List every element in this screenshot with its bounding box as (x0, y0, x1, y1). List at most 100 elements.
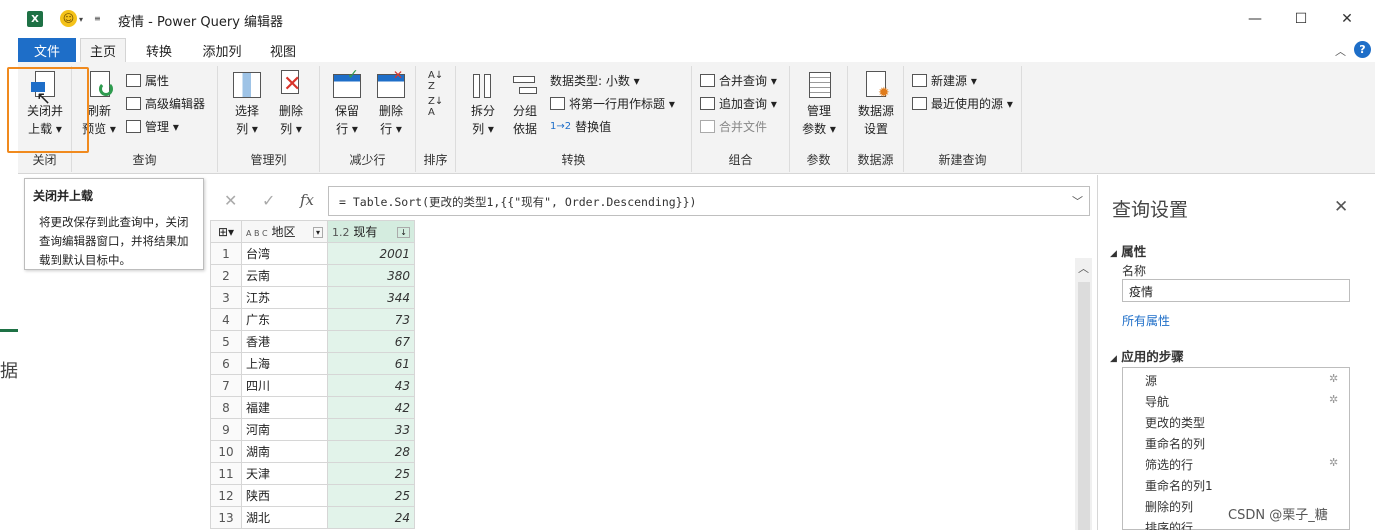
all-properties-link[interactable]: 所有属性 (1122, 312, 1170, 329)
manage-button[interactable]: 管理 ▾ (126, 116, 179, 136)
quick-access-dropdown-icon[interactable]: ▾ (79, 15, 83, 24)
table-row[interactable]: 4 广东 73 (210, 308, 415, 331)
cell-region[interactable]: 福建 (241, 396, 328, 419)
cancel-formula-icon[interactable]: ✕ (224, 191, 237, 210)
split-column-button[interactable]: 拆分 列 ▾ (462, 68, 504, 138)
table-row[interactable]: 12 陕西 25 (210, 484, 415, 507)
cell-region[interactable]: 上海 (241, 352, 328, 375)
sort-descending-button[interactable]: Z↓ A (428, 96, 443, 118)
close-pane-icon[interactable]: ✕ (1334, 197, 1348, 217)
fx-icon[interactable]: fx (300, 191, 314, 209)
text-type-icon[interactable]: A B C (246, 229, 268, 238)
sort-ascending-button[interactable]: A↓ Z (428, 70, 443, 92)
cell-region[interactable]: 湖北 (241, 506, 328, 529)
tab-transform[interactable]: 转换 (136, 38, 182, 62)
minimize-button[interactable]: — (1232, 6, 1278, 32)
table-row[interactable]: 10 湖南 28 (210, 440, 415, 463)
restore-button[interactable]: ☐ (1278, 6, 1324, 32)
cell-region[interactable]: 云南 (241, 264, 328, 287)
advanced-editor-button[interactable]: 高级编辑器 (126, 93, 205, 113)
choose-columns-button[interactable]: 选择 列 ▾ (226, 68, 268, 138)
table-menu-button[interactable]: ⊞▾ (210, 220, 242, 243)
table-row[interactable]: 5 香港 67 (210, 330, 415, 353)
table-row[interactable]: 3 江苏 344 (210, 286, 415, 309)
step-settings-gear-icon[interactable]: ✲ (1329, 456, 1338, 469)
merge-queries-button[interactable]: 合并查询 ▾ (700, 70, 777, 90)
cell-current[interactable]: 24 (327, 506, 415, 529)
step-settings-gear-icon[interactable]: ✲ (1329, 393, 1338, 406)
combine-files-button[interactable]: 合并文件 (700, 116, 767, 136)
sort-descending-icon[interactable]: ↓ (397, 227, 410, 238)
applied-step[interactable]: 更改的类型 (1145, 414, 1205, 431)
applied-step[interactable]: 排序的行 (1145, 519, 1193, 530)
cell-region[interactable]: 天津 (241, 462, 328, 485)
decimal-type-icon[interactable]: 1.2 (332, 226, 350, 239)
cell-region[interactable]: 河南 (241, 418, 328, 441)
collapse-applied-steps-icon[interactable]: ◢ (1110, 354, 1117, 364)
keep-rows-button[interactable]: ✓ 保留 行 ▾ (326, 67, 368, 138)
tab-view[interactable]: 视图 (260, 38, 306, 62)
table-row[interactable]: 7 四川 43 (210, 374, 415, 397)
cell-current[interactable]: 67 (327, 330, 415, 353)
remove-rows-button[interactable]: ✕ 删除 行 ▾ (370, 68, 412, 138)
append-queries-button[interactable]: 追加查询 ▾ (700, 93, 777, 113)
cell-current[interactable]: 73 (327, 308, 415, 331)
cell-region[interactable]: 台湾 (241, 242, 328, 265)
data-source-settings-button[interactable]: ✹ 数据源 设置 (855, 68, 897, 138)
group-by-button[interactable]: 分组 依据 (504, 68, 546, 138)
use-first-row-as-headers-button[interactable]: 将第一行用作标题 ▾ (550, 93, 675, 113)
remove-columns-button[interactable]: ✕ 删除 列 ▾ (270, 68, 312, 138)
cell-current[interactable]: 380 (327, 264, 415, 287)
cell-region[interactable]: 湖南 (241, 440, 328, 463)
cell-current[interactable]: 33 (327, 418, 415, 441)
filter-dropdown-icon[interactable]: ▾ (312, 227, 323, 238)
replace-values-button[interactable]: 1→2 替换值 (550, 116, 611, 136)
cell-current[interactable]: 25 (327, 462, 415, 485)
cell-current[interactable]: 2001 (327, 242, 415, 265)
new-source-button[interactable]: 新建源 ▾ (912, 70, 977, 90)
query-name-input[interactable]: 疫情 (1122, 279, 1350, 302)
formula-input[interactable]: = Table.Sort(更改的类型1,{{"现有", Order.Descen… (328, 186, 1090, 216)
cell-current[interactable]: 344 (327, 286, 415, 309)
table-row[interactable]: 13 湖北 24 (210, 506, 415, 529)
table-row[interactable]: 9 河南 33 (210, 418, 415, 441)
cell-region[interactable]: 江苏 (241, 286, 328, 309)
table-row[interactable]: 11 天津 25 (210, 462, 415, 485)
applied-step[interactable]: 导航 (1145, 393, 1169, 410)
table-row[interactable]: 8 福建 42 (210, 396, 415, 419)
properties-section[interactable]: ◢ 属性 (1110, 241, 1146, 260)
tab-home[interactable]: 主页 (80, 38, 126, 62)
applied-step[interactable]: 源 (1145, 372, 1157, 389)
cell-current[interactable]: 25 (327, 484, 415, 507)
recent-sources-button[interactable]: 最近使用的源 ▾ (912, 93, 1013, 113)
scroll-up-icon[interactable]: ︿ (1078, 260, 1089, 276)
table-row[interactable]: 1 台湾 2001 (210, 242, 415, 265)
cell-region[interactable]: 广东 (241, 308, 328, 331)
column-header-current[interactable]: 1.2 现有 ↓ (327, 220, 415, 243)
column-header-region[interactable]: A B C 地区 ▾ (241, 220, 328, 243)
applied-step[interactable]: 重命名的列1 (1145, 477, 1213, 494)
properties-button[interactable]: 属性 (126, 70, 169, 90)
cell-current[interactable]: 42 (327, 396, 415, 419)
tab-file[interactable]: 文件 (18, 38, 76, 62)
cell-current[interactable]: 61 (327, 352, 415, 375)
table-row[interactable]: 6 上海 61 (210, 352, 415, 375)
cell-region[interactable]: 四川 (241, 374, 328, 397)
table-row[interactable]: 2 云南 380 (210, 264, 415, 287)
customize-toolbar-icon[interactable]: ≡ (94, 14, 101, 23)
manage-parameters-button[interactable]: 管理 参数 ▾ (798, 68, 840, 138)
smiley-icon[interactable]: ☺ (60, 10, 77, 27)
help-icon[interactable]: ? (1354, 41, 1371, 58)
cell-region[interactable]: 陕西 (241, 484, 328, 507)
cell-current[interactable]: 28 (327, 440, 415, 463)
collapse-properties-icon[interactable]: ◢ (1110, 249, 1117, 259)
cell-region[interactable]: 香港 (241, 330, 328, 353)
expand-formula-icon[interactable]: ﹀ (1072, 193, 1083, 209)
cell-current[interactable]: 43 (327, 374, 415, 397)
applied-step[interactable]: 重命名的列 (1145, 435, 1205, 452)
scrollbar-thumb[interactable] (1078, 282, 1090, 530)
close-button[interactable]: ✕ (1324, 6, 1370, 32)
confirm-formula-icon[interactable]: ✓ (262, 191, 275, 210)
tab-add-column[interactable]: 添加列 (194, 38, 250, 62)
applied-steps-section[interactable]: ◢ 应用的步骤 (1110, 346, 1184, 365)
